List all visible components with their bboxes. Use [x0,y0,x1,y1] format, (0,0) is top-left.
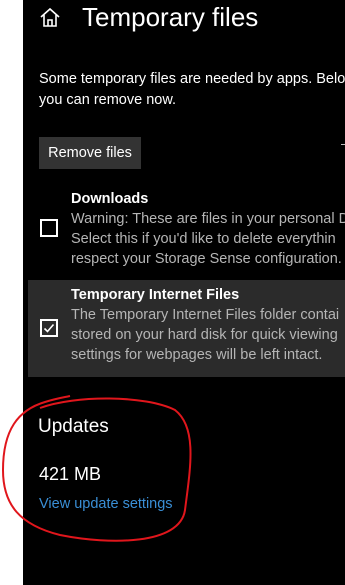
intro-line: Some temporary files are needed by apps.… [39,71,345,87]
page-title: Temporary files [82,2,259,32]
item-description-line: Select this if you'd like to delete ever… [71,231,336,247]
item-title: Temporary Internet Files [71,287,240,303]
checkmark-icon [43,323,55,333]
item-description-line: Warning: These are files in your persona… [71,211,345,227]
item-description-line: stored on your hard disk for quick viewi… [71,327,338,343]
updates-heading: Updates [38,416,109,437]
intro-line: you can remove now. [39,92,177,108]
divider [341,144,345,145]
updates-size: 421 MB [39,464,102,484]
item-description-line: The Temporary Internet Files folder cont… [71,307,340,323]
temporary-internet-files-checkbox[interactable] [40,319,58,337]
item-description-line: settings for webpages will be left intac… [71,347,323,363]
remove-files-button[interactable]: Remove files [39,137,141,169]
item-description-line: respect your Storage Sense configuration… [71,251,342,267]
item-text: Temporary Internet Files The Temporary I… [71,286,339,365]
item-text: Downloads Warning: These are files in yo… [71,190,345,269]
list-item-temporary-internet-files[interactable]: Temporary Internet Files The Temporary I… [28,280,345,377]
view-update-settings-link[interactable]: View update settings [39,494,173,514]
downloads-checkbox[interactable] [40,219,58,237]
list-item-downloads[interactable]: Downloads Warning: These are files in yo… [28,184,345,281]
settings-panel: Temporary files Some temporary files are… [23,0,345,585]
item-title: Downloads [71,191,149,207]
screenshot-stage: Temporary files Some temporary files are… [0,0,345,585]
intro-text: Some temporary files are needed by apps.… [39,69,345,111]
home-icon[interactable] [38,6,62,28]
